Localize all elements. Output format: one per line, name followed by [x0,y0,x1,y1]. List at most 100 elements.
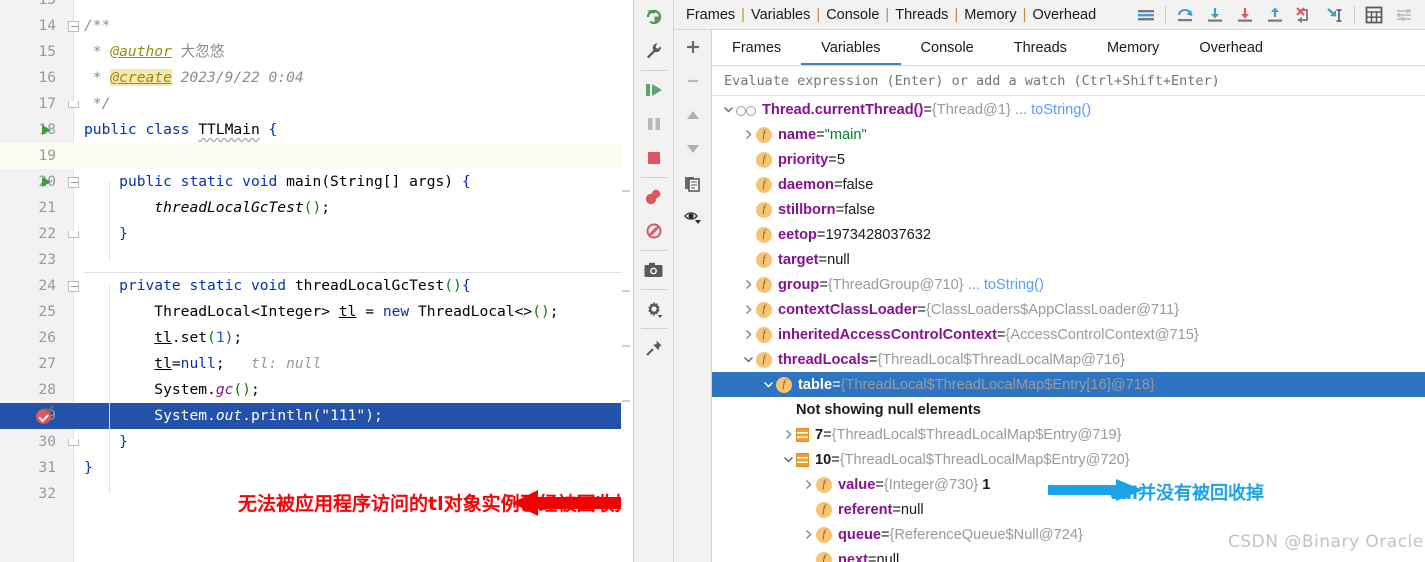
code-line[interactable]: 18 public class TTLMain { [0,117,634,143]
debug-actions-toolbar[interactable] [634,0,674,562]
code-line[interactable]: 20 public static void main(String[] args… [0,169,634,195]
pin-tab-icon[interactable] [635,331,673,365]
tab-memory[interactable]: Memory [1087,30,1179,65]
tree-row[interactable]: f name = "main" [712,122,1425,147]
step-out-icon[interactable] [1260,0,1290,30]
code-line[interactable]: 16 * @create 2023/9/22 0:04 [0,65,634,91]
settings-list-icon[interactable] [1389,0,1419,30]
tree-row[interactable]: f priority = 5 [712,147,1425,172]
code-line[interactable]: 27 tl=null; tl: null [0,351,634,377]
code-line[interactable]: 24 private static void threadLocalGcTest… [0,273,634,299]
code-editor[interactable]: 13 14/** 15 * @author 大忽悠 16 * @create 202… [0,0,634,562]
chevron-right-icon[interactable] [740,297,756,322]
breadcrumb-item-variables[interactable]: Variables [751,7,810,23]
variables-tree[interactable]: Thread.currentThread() = {Thread@1} ... … [712,97,1425,562]
code-line[interactable]: 17 */ [0,91,634,117]
drop-frame-icon[interactable] [1290,0,1320,30]
code-line[interactable]: 31} [0,455,634,481]
tab-console[interactable]: Console [901,30,994,65]
tree-row[interactable]: Thread.currentThread() = {Thread@1} ... … [712,97,1425,122]
evaluate-expression-bar[interactable] [712,66,1425,96]
tree-row[interactable]: 10 = {ThreadLocal$ThreadLocalMap$Entry@7… [712,447,1425,472]
stop-icon[interactable] [635,141,673,175]
force-step-into-icon[interactable] [1230,0,1260,30]
fold-end-icon[interactable] [68,91,84,117]
breadcrumb-item-frames[interactable]: Frames [686,7,735,23]
chevron-right-icon[interactable] [800,472,816,497]
code-line[interactable]: 25 ThreadLocal<Integer> tl = new ThreadL… [0,299,634,325]
tree-row[interactable]: f threadLocals = {ThreadLocal$ThreadLocal… [712,347,1425,372]
fold-end-icon[interactable] [68,221,84,247]
stepping-toolbar[interactable] [1131,0,1425,30]
camera-icon[interactable] [635,253,673,287]
move-down-icon[interactable] [674,132,712,166]
add-watch-icon[interactable] [674,30,712,64]
code-line[interactable]: 14 /** [0,13,634,39]
chevron-down-icon[interactable] [760,372,776,397]
tab-threads[interactable]: Threads [994,30,1087,65]
tree-row[interactable]: f table = {ThreadLocal$ThreadLocalMap$Ent… [712,372,1425,397]
code-line[interactable]: 30 } [0,429,634,455]
code-line[interactable]: 21 threadLocalGcTest(); [0,195,634,221]
tab-variables[interactable]: Variables [801,30,900,65]
tree-row[interactable]: f stillborn = false [712,197,1425,222]
tree-row[interactable]: Not showing null elements [712,397,1425,422]
wrench-icon[interactable] [635,34,673,68]
chevron-right-icon[interactable] [740,122,756,147]
tree-row[interactable]: f referent = null [712,497,1425,522]
mute-breakpoints-icon[interactable] [635,214,673,248]
debugger-tabs[interactable]: Frames Variables Console Threads Memory Overh… [712,30,1425,66]
chevron-right-icon[interactable] [780,422,796,447]
step-into-icon[interactable] [1200,0,1230,30]
tree-row[interactable]: f eetop = 1973428037632 [712,222,1425,247]
evaluate-expression-icon[interactable] [1359,0,1389,30]
chevron-down-icon[interactable] [740,347,756,372]
code-line[interactable]: 22 } [0,221,634,247]
step-over-icon[interactable] [1170,0,1200,30]
breadcrumb-item-console[interactable]: Console [826,7,879,23]
fold-end-icon[interactable] [68,429,84,455]
breakpoint-icon[interactable] [33,402,54,429]
breadcrumb-item-memory[interactable]: Memory [964,7,1016,23]
code-line[interactable]: 15 * @author 大忽悠 [0,39,634,65]
pause-program-icon[interactable] [635,107,673,141]
chevron-down-icon[interactable] [720,97,736,122]
code-line[interactable]: 28 System.gc(); [0,377,634,403]
code-line[interactable]: 29 System.out.println("111"); [0,402,634,429]
tree-row[interactable]: f daemon = false [712,172,1425,197]
breadcrumb-item-threads[interactable]: Threads [895,7,948,23]
code-line[interactable]: 19 [0,143,634,169]
remove-watch-icon[interactable] [674,64,712,98]
watches-toolbar[interactable] [674,30,712,562]
run-gutter-icon[interactable] [36,117,56,143]
chevron-down-icon[interactable] [780,447,796,472]
fold-collapse-icon[interactable] [68,13,84,39]
resume-program-icon[interactable] [635,73,673,107]
chevron-right-icon[interactable] [740,272,756,297]
rerun-icon[interactable] [635,0,673,34]
inspect-eye-icon[interactable] [674,200,712,234]
breadcrumb-item-overhead[interactable]: Overhead [1032,7,1096,23]
tree-row[interactable]: f inheritedAccessControlContext = {Access… [712,322,1425,347]
tab-overhead[interactable]: Overhead [1179,30,1283,65]
run-gutter-icon[interactable] [36,169,56,195]
fold-collapse-icon[interactable] [68,169,84,195]
tree-row[interactable]: 7 = {ThreadLocal$ThreadLocalMap$Entry@71… [712,422,1425,447]
tree-row[interactable]: f contextClassLoader = {ClassLoaders$AppC… [712,297,1425,322]
copy-value-icon[interactable] [674,166,712,200]
move-up-icon[interactable] [674,98,712,132]
tab-frames[interactable]: Frames [712,30,801,65]
tree-row[interactable]: f group = {ThreadGroup@710} ... toString(… [712,272,1425,297]
evaluate-expression-input[interactable] [712,72,1425,89]
code-line[interactable]: 26 tl.set(1); [0,325,634,351]
chevron-right-icon[interactable] [800,522,816,547]
run-to-cursor-icon[interactable] [1320,0,1350,30]
view-breakpoints-icon[interactable] [635,180,673,214]
fold-collapse-icon[interactable] [68,273,84,299]
editor-scrollbar[interactable] [621,0,633,562]
code-line[interactable]: 23 [0,247,634,273]
tree-row[interactable]: f value = {Integer@730} 1 [712,472,1425,497]
settings-gear-icon[interactable] [635,292,673,326]
chevron-right-icon[interactable] [740,322,756,347]
show-options-menu-icon[interactable] [1131,0,1161,30]
